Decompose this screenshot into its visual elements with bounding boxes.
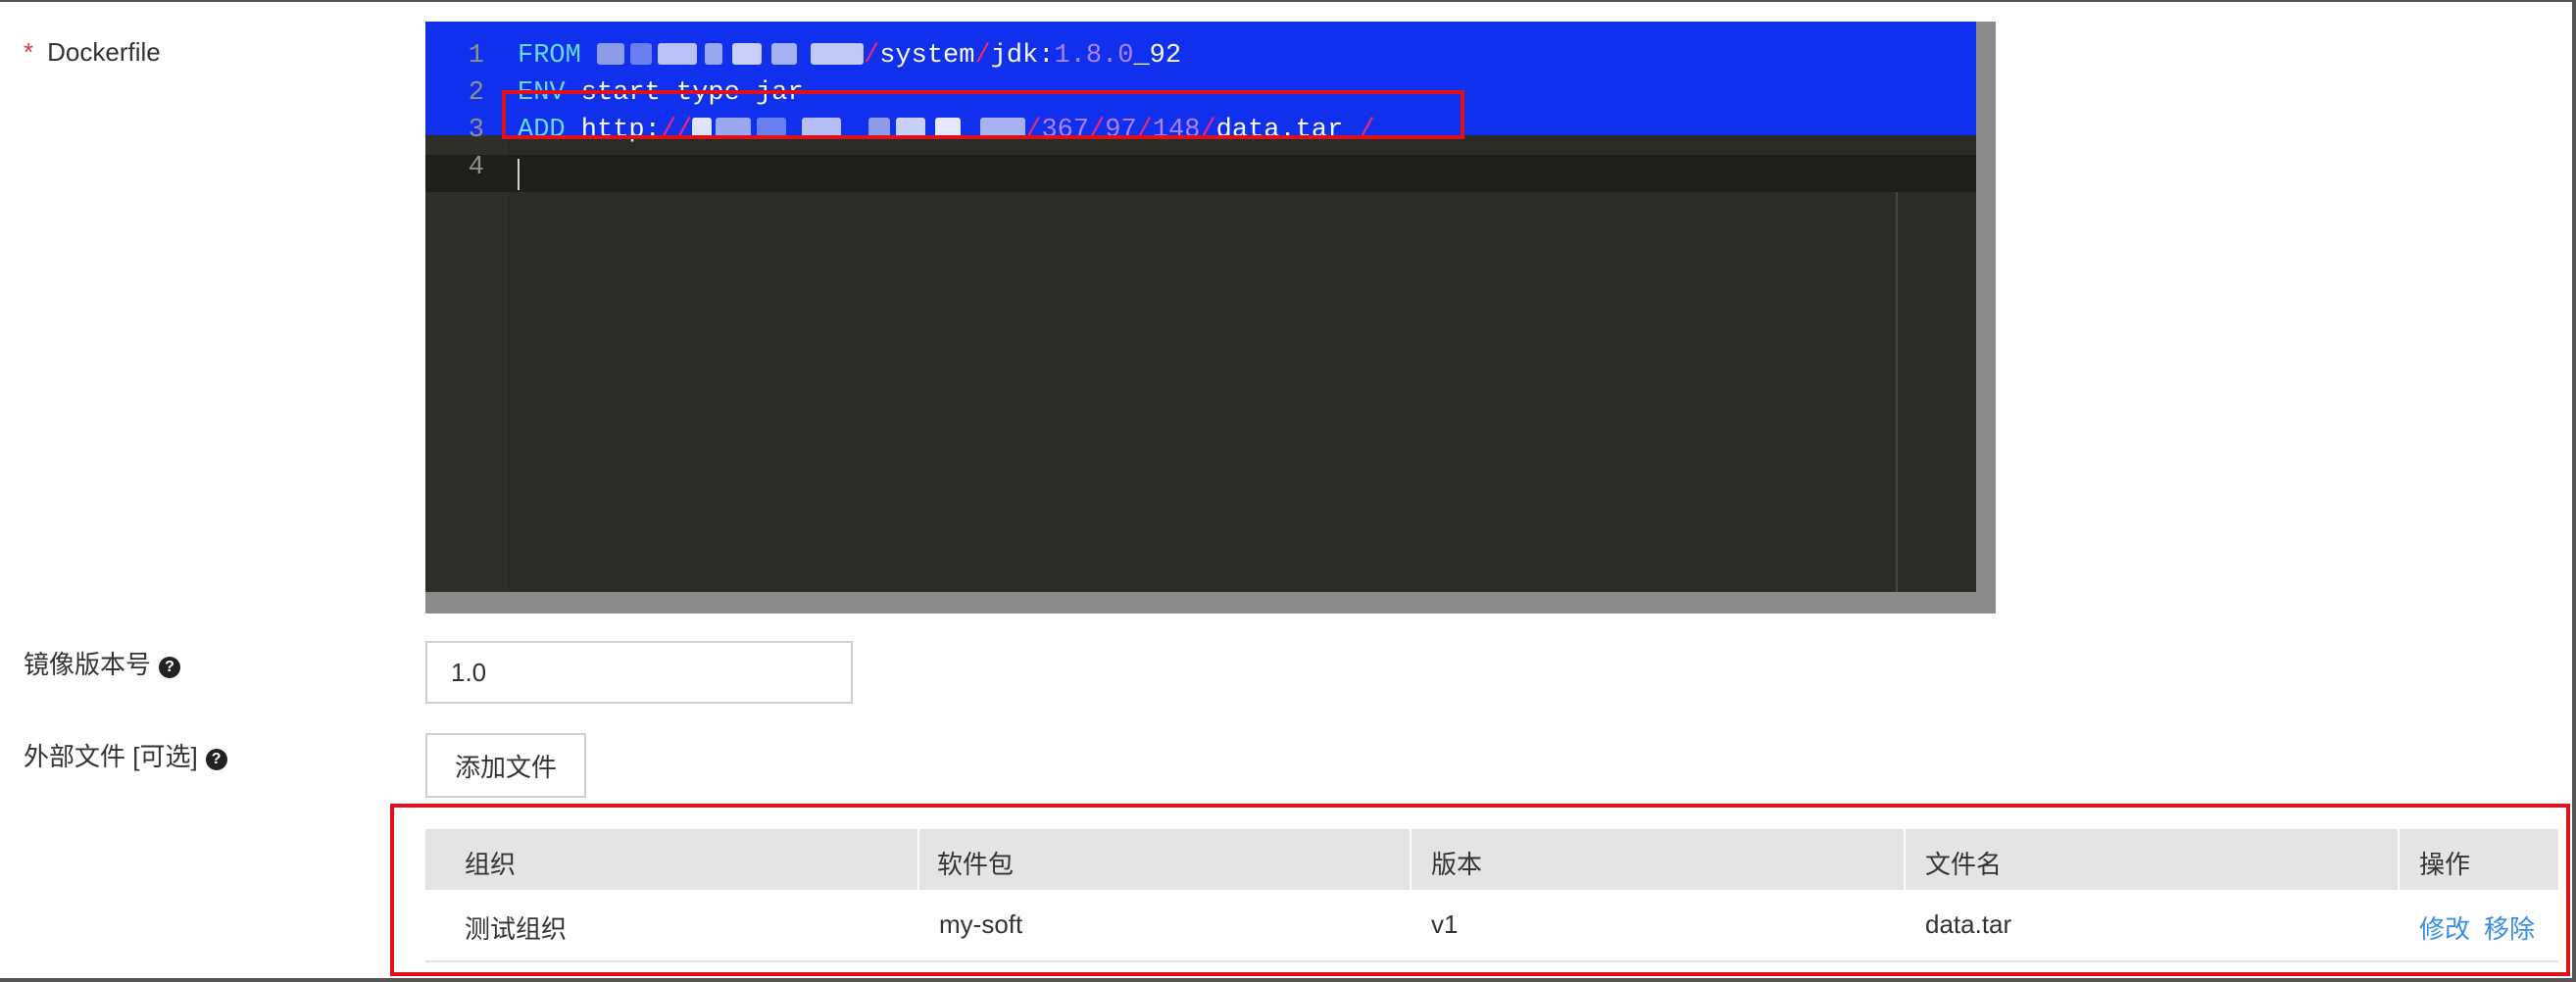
version-input[interactable] bbox=[425, 641, 853, 704]
line-number: 3 bbox=[468, 116, 484, 145]
keyword-from: FROM bbox=[518, 41, 581, 71]
redacted-registry bbox=[597, 41, 865, 71]
line-number: 1 bbox=[468, 41, 484, 71]
question-circle-icon[interactable]: ? bbox=[159, 657, 181, 678]
print-margin bbox=[1896, 192, 1898, 592]
external-files-label-text: 外部文件 [可选] bbox=[24, 742, 198, 771]
highlight-box-add-line bbox=[502, 90, 1464, 139]
code-line-1[interactable]: FROM /system/jdk:1.8.0_92 bbox=[518, 37, 1181, 74]
active-line bbox=[425, 155, 1976, 192]
required-mark: * bbox=[24, 37, 34, 67]
text-cursor bbox=[518, 159, 520, 190]
version-label: 镜像版本号? bbox=[24, 645, 181, 681]
right-border bbox=[2572, 0, 2576, 982]
question-circle-icon[interactable]: ? bbox=[205, 749, 227, 770]
add-file-button[interactable]: 添加文件 bbox=[425, 733, 586, 798]
top-border bbox=[0, 0, 2576, 2]
dockerfile-label: * Dockerfile bbox=[24, 37, 161, 68]
version-label-text: 镜像版本号 bbox=[24, 650, 152, 679]
dockerfile-label-text: Dockerfile bbox=[47, 37, 161, 67]
line-number: 2 bbox=[468, 78, 484, 108]
bottom-border bbox=[0, 978, 2576, 982]
highlight-box-table bbox=[390, 804, 2570, 976]
external-files-label: 外部文件 [可选]? bbox=[24, 737, 227, 773]
line-number: 4 bbox=[468, 153, 484, 182]
